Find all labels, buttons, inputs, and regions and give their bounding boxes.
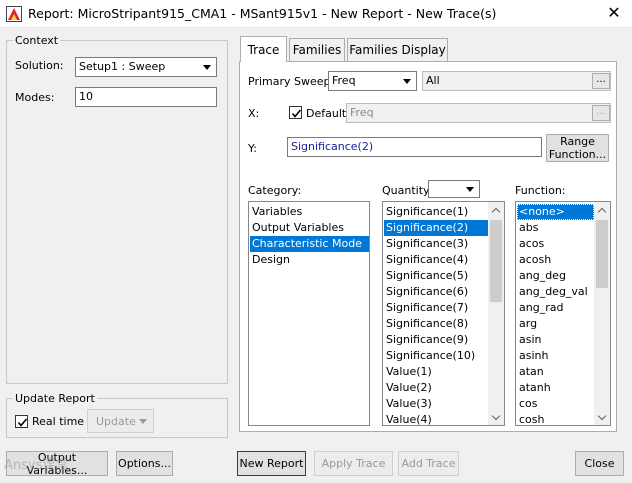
function-list[interactable]: <none> abs acos acosh ang_deg ang_deg_val ang_…	[515, 201, 611, 426]
realtime-checkbox[interactable]	[15, 415, 28, 428]
function-list-item[interactable]: acosh	[517, 252, 594, 268]
check-icon	[17, 418, 28, 427]
quantity-list-item[interactable]: Significance(3)	[384, 236, 488, 252]
scroll-up-icon[interactable]	[594, 202, 610, 218]
function-list-item[interactable]: atanh	[517, 380, 594, 396]
solution-value: Setup1 : Sweep	[79, 60, 166, 73]
quantity-list-item[interactable]: Significance(2)	[384, 220, 488, 236]
quantity-list-item[interactable]: Value(3)	[384, 396, 488, 412]
check-icon	[291, 109, 302, 118]
scroll-up-icon[interactable]	[488, 202, 504, 218]
function-list-item[interactable]: atan	[517, 364, 594, 380]
x-label: X:	[248, 107, 260, 120]
default-label: Default	[306, 107, 347, 120]
window-title: Report: MicroStripant915_CMA1 - MSant915…	[28, 6, 497, 21]
quantity-list-item[interactable]: Significance(6)	[384, 284, 488, 300]
primary-sweep-browse-button[interactable]: ...	[592, 73, 610, 89]
function-list-item[interactable]: cosh	[517, 412, 594, 425]
quantity-label: Quantity:	[382, 184, 433, 197]
default-checkbox[interactable]	[289, 106, 302, 119]
quantity-list-item[interactable]: Value(1)	[384, 364, 488, 380]
quantity-list-item[interactable]: Value(2)	[384, 380, 488, 396]
update-button[interactable]: Update	[87, 409, 154, 433]
quantity-list-item[interactable]: Significance(5)	[384, 268, 488, 284]
function-list-item[interactable]: acos	[517, 236, 594, 252]
context-legend: Context	[15, 34, 59, 47]
function-scrollbar[interactable]	[594, 202, 610, 425]
window-close-button[interactable]: ✕	[600, 1, 628, 25]
function-list-item[interactable]: ang_rad	[517, 300, 594, 316]
app-icon	[6, 6, 22, 22]
range-function-button[interactable]: Range Function...	[546, 134, 609, 162]
chevron-down-icon	[462, 182, 478, 196]
quantity-list[interactable]: Significance(1) Significance(2) Significan…	[382, 201, 505, 426]
x-input: Freq	[346, 103, 611, 123]
category-list[interactable]: Variables Output Variables Characteristic …	[248, 201, 370, 426]
category-label: Category:	[248, 184, 302, 197]
quantity-list-item[interactable]: Significance(4)	[384, 252, 488, 268]
category-list-item[interactable]: Design	[250, 252, 369, 268]
y-label: Y:	[248, 142, 257, 155]
solution-select[interactable]: Setup1 : Sweep	[75, 57, 217, 77]
function-label: Function:	[515, 184, 566, 197]
scroll-thumb[interactable]	[596, 220, 608, 288]
function-list-item[interactable]: ang_deg	[517, 268, 594, 284]
chevron-down-icon	[199, 59, 215, 75]
quantity-list-item[interactable]: Significance(1)	[384, 204, 488, 220]
function-list-item[interactable]: arg	[517, 316, 594, 332]
function-list-item[interactable]: cos	[517, 396, 594, 412]
add-trace-button[interactable]: Add Trace	[398, 451, 459, 476]
function-list-item[interactable]: asin	[517, 332, 594, 348]
tab-families-display[interactable]: Families Display	[347, 38, 448, 61]
title-bar: Report: MicroStripant915_CMA1 - MSant915…	[0, 0, 632, 28]
primary-sweep-range: All	[422, 71, 611, 91]
x-browse-button: ...	[592, 105, 610, 121]
watermark: Ansys课堂	[4, 458, 69, 473]
primary-sweep-select[interactable]: Freq	[328, 71, 417, 91]
options-button[interactable]: Options...	[116, 451, 173, 476]
apply-trace-button[interactable]: Apply Trace	[314, 451, 393, 476]
category-list-item[interactable]: Output Variables	[250, 220, 369, 236]
scroll-down-icon[interactable]	[594, 409, 610, 425]
quantity-list-item[interactable]: Significance(9)	[384, 332, 488, 348]
quantity-list-item[interactable]: Value(4)	[384, 412, 488, 425]
update-report-legend: Update Report	[15, 392, 95, 405]
category-list-item[interactable]: Characteristic Mode	[250, 236, 369, 252]
dropdown-arrow-icon	[139, 419, 147, 424]
modes-input[interactable]: 10	[75, 87, 217, 107]
primary-sweep-value: Freq	[332, 74, 356, 87]
close-button[interactable]: Close	[575, 451, 624, 476]
tab-trace[interactable]: Trace	[240, 36, 287, 62]
quantity-list-item[interactable]: Significance(7)	[384, 300, 488, 316]
function-list-item[interactable]: abs	[517, 220, 594, 236]
new-report-button[interactable]: New Report	[237, 451, 306, 476]
chevron-down-icon	[399, 73, 415, 89]
quantity-scrollbar[interactable]	[488, 202, 504, 425]
primary-sweep-label: Primary Sweep:	[248, 75, 335, 88]
quantity-list-item[interactable]: Significance(10)	[384, 348, 488, 364]
scroll-down-icon[interactable]	[488, 409, 504, 425]
quantity-filter-select[interactable]	[428, 180, 480, 198]
category-list-item[interactable]: Variables	[250, 204, 369, 220]
solution-label: Solution:	[15, 59, 64, 72]
function-list-item[interactable]: <none>	[517, 204, 594, 220]
function-list-item[interactable]: ang_deg_val	[517, 284, 594, 300]
y-expression-input[interactable]: Significance(2)	[287, 137, 542, 157]
modes-label: Modes:	[15, 91, 55, 104]
scroll-thumb[interactable]	[490, 220, 502, 302]
realtime-label: Real time	[32, 415, 85, 428]
function-list-item[interactable]: asinh	[517, 348, 594, 364]
tab-families[interactable]: Families	[289, 38, 345, 61]
update-button-label: Update	[96, 414, 136, 428]
quantity-list-item[interactable]: Significance(8)	[384, 316, 488, 332]
